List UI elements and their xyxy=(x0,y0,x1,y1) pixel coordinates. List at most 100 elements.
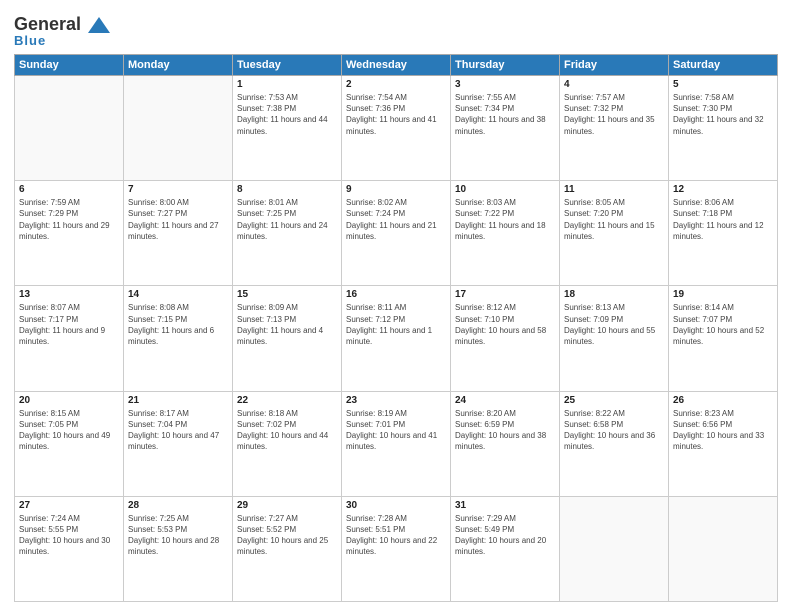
logo: General Blue xyxy=(14,14,112,48)
day-number: 15 xyxy=(237,289,337,300)
calendar-day-cell: 22 Sunrise: 8:18 AMSunset: 7:02 PMDayligh… xyxy=(233,391,342,496)
calendar-day-cell: 15 Sunrise: 8:09 AMSunset: 7:13 PMDayligh… xyxy=(233,286,342,391)
calendar-day-cell: 8 Sunrise: 8:01 AMSunset: 7:25 PMDaylight… xyxy=(233,181,342,286)
header-friday: Friday xyxy=(560,55,669,76)
day-number: 25 xyxy=(564,395,664,406)
day-info: Sunrise: 8:09 AMSunset: 7:13 PMDaylight:… xyxy=(237,302,337,347)
day-number: 8 xyxy=(237,184,337,195)
logo-text: General xyxy=(14,14,112,35)
day-number: 4 xyxy=(564,79,664,90)
calendar-day-cell: 1Sunrise: 7:53 AMSunset: 7:38 PMDaylight… xyxy=(233,76,342,181)
day-number: 21 xyxy=(128,395,228,406)
day-info: Sunrise: 7:27 AMSunset: 5:52 PMDaylight:… xyxy=(237,513,337,558)
day-info: Sunrise: 8:08 AMSunset: 7:15 PMDaylight:… xyxy=(128,302,228,347)
calendar-day-cell: 11Sunrise: 8:05 AMSunset: 7:20 PMDayligh… xyxy=(560,181,669,286)
calendar-day-cell: 10 Sunrise: 8:03 AMSunset: 7:22 PMDayligh… xyxy=(451,181,560,286)
day-info: Sunrise: 8:19 AMSunset: 7:01 PMDaylight:… xyxy=(346,408,446,453)
day-info: Sunrise: 8:00 AMSunset: 7:27 PMDaylight:… xyxy=(128,197,228,242)
header: General Blue xyxy=(14,10,778,48)
day-number: 11 xyxy=(564,184,664,195)
calendar-day-cell xyxy=(669,496,778,601)
day-info: Sunrise: 8:14 AMSunset: 7:07 PMDaylight:… xyxy=(673,302,773,347)
day-info: Sunrise: 7:55 AMSunset: 7:34 PMDaylight:… xyxy=(455,92,555,137)
calendar-day-cell: 7 Sunrise: 8:00 AMSunset: 7:27 PMDaylight… xyxy=(124,181,233,286)
day-info: Sunrise: 7:57 AMSunset: 7:32 PMDaylight:… xyxy=(564,92,664,137)
day-number: 2 xyxy=(346,79,446,90)
day-number: 5 xyxy=(673,79,773,90)
calendar-day-cell: 18 Sunrise: 8:13 AMSunset: 7:09 PMDayligh… xyxy=(560,286,669,391)
day-info: Sunrise: 7:29 AMSunset: 5:49 PMDaylight:… xyxy=(455,513,555,558)
calendar-day-cell: 12 Sunrise: 8:06 AMSunset: 7:18 PMDayligh… xyxy=(669,181,778,286)
calendar-table: Sunday Monday Tuesday Wednesday Thursday… xyxy=(14,54,778,602)
calendar-day-cell: 17 Sunrise: 8:12 AMSunset: 7:10 PMDayligh… xyxy=(451,286,560,391)
header-sunday: Sunday xyxy=(15,55,124,76)
calendar-day-cell: 14 Sunrise: 8:08 AMSunset: 7:15 PMDayligh… xyxy=(124,286,233,391)
day-number: 6 xyxy=(19,184,119,195)
day-info: Sunrise: 8:12 AMSunset: 7:10 PMDaylight:… xyxy=(455,302,555,347)
calendar-day-cell: 28 Sunrise: 7:25 AMSunset: 5:53 PMDayligh… xyxy=(124,496,233,601)
day-number: 26 xyxy=(673,395,773,406)
day-number: 27 xyxy=(19,500,119,511)
day-number: 29 xyxy=(237,500,337,511)
calendar-day-cell: 20 Sunrise: 8:15 AMSunset: 7:05 PMDayligh… xyxy=(15,391,124,496)
header-wednesday: Wednesday xyxy=(342,55,451,76)
calendar-day-cell: 3 Sunrise: 7:55 AMSunset: 7:34 PMDaylight… xyxy=(451,76,560,181)
day-number: 23 xyxy=(346,395,446,406)
calendar-day-cell: 4 Sunrise: 7:57 AMSunset: 7:32 PMDaylight… xyxy=(560,76,669,181)
calendar-day-cell: 13Sunrise: 8:07 AMSunset: 7:17 PMDayligh… xyxy=(15,286,124,391)
logo-blue: Blue xyxy=(14,33,46,48)
day-info: Sunrise: 8:15 AMSunset: 7:05 PMDaylight:… xyxy=(19,408,119,453)
calendar-day-cell xyxy=(15,76,124,181)
weekday-header-row: Sunday Monday Tuesday Wednesday Thursday… xyxy=(15,55,778,76)
day-number: 10 xyxy=(455,184,555,195)
calendar-page: General Blue Sunday Monday Tuesday Wedne… xyxy=(0,0,792,612)
day-number: 9 xyxy=(346,184,446,195)
day-info: Sunrise: 7:24 AMSunset: 5:55 PMDaylight:… xyxy=(19,513,119,558)
calendar-day-cell: 27 Sunrise: 7:24 AMSunset: 5:55 PMDayligh… xyxy=(15,496,124,601)
day-info: Sunrise: 8:13 AMSunset: 7:09 PMDaylight:… xyxy=(564,302,664,347)
calendar-week-row: 13Sunrise: 8:07 AMSunset: 7:17 PMDayligh… xyxy=(15,286,778,391)
day-number: 3 xyxy=(455,79,555,90)
calendar-day-cell xyxy=(560,496,669,601)
day-info: Sunrise: 7:58 AMSunset: 7:30 PMDaylight:… xyxy=(673,92,773,137)
calendar-day-cell: 24 Sunrise: 8:20 AMSunset: 6:59 PMDayligh… xyxy=(451,391,560,496)
calendar-week-row: 1Sunrise: 7:53 AMSunset: 7:38 PMDaylight… xyxy=(15,76,778,181)
day-info: Sunrise: 7:25 AMSunset: 5:53 PMDaylight:… xyxy=(128,513,228,558)
day-info: Sunrise: 8:17 AMSunset: 7:04 PMDaylight:… xyxy=(128,408,228,453)
calendar-day-cell: 5 Sunrise: 7:58 AMSunset: 7:30 PMDaylight… xyxy=(669,76,778,181)
day-number: 28 xyxy=(128,500,228,511)
day-number: 19 xyxy=(673,289,773,300)
calendar-day-cell: 23 Sunrise: 8:19 AMSunset: 7:01 PMDayligh… xyxy=(342,391,451,496)
calendar-day-cell: 19 Sunrise: 8:14 AMSunset: 7:07 PMDayligh… xyxy=(669,286,778,391)
day-number: 12 xyxy=(673,184,773,195)
day-info: Sunrise: 8:01 AMSunset: 7:25 PMDaylight:… xyxy=(237,197,337,242)
calendar-day-cell: 6 Sunrise: 7:59 AMSunset: 7:29 PMDaylight… xyxy=(15,181,124,286)
day-info: Sunrise: 7:28 AMSunset: 5:51 PMDaylight:… xyxy=(346,513,446,558)
day-number: 18 xyxy=(564,289,664,300)
day-info: Sunrise: 8:06 AMSunset: 7:18 PMDaylight:… xyxy=(673,197,773,242)
day-number: 20 xyxy=(19,395,119,406)
day-info: Sunrise: 7:59 AMSunset: 7:29 PMDaylight:… xyxy=(19,197,119,242)
day-number: 7 xyxy=(128,184,228,195)
day-number: 24 xyxy=(455,395,555,406)
day-info: Sunrise: 8:03 AMSunset: 7:22 PMDaylight:… xyxy=(455,197,555,242)
calendar-day-cell: 16Sunrise: 8:11 AMSunset: 7:12 PMDayligh… xyxy=(342,286,451,391)
calendar-week-row: 27 Sunrise: 7:24 AMSunset: 5:55 PMDayligh… xyxy=(15,496,778,601)
day-number: 22 xyxy=(237,395,337,406)
calendar-day-cell: 2 Sunrise: 7:54 AMSunset: 7:36 PMDaylight… xyxy=(342,76,451,181)
day-number: 14 xyxy=(128,289,228,300)
header-tuesday: Tuesday xyxy=(233,55,342,76)
calendar-week-row: 20 Sunrise: 8:15 AMSunset: 7:05 PMDayligh… xyxy=(15,391,778,496)
day-info: Sunrise: 7:54 AMSunset: 7:36 PMDaylight:… xyxy=(346,92,446,137)
day-number: 17 xyxy=(455,289,555,300)
day-info: Sunrise: 8:02 AMSunset: 7:24 PMDaylight:… xyxy=(346,197,446,242)
day-info: Sunrise: 8:22 AMSunset: 6:58 PMDaylight:… xyxy=(564,408,664,453)
day-info: Sunrise: 8:11 AMSunset: 7:12 PMDaylight:… xyxy=(346,302,446,347)
calendar-day-cell: 30 Sunrise: 7:28 AMSunset: 5:51 PMDayligh… xyxy=(342,496,451,601)
day-info: Sunrise: 8:07 AMSunset: 7:17 PMDaylight:… xyxy=(19,302,119,347)
day-number: 31 xyxy=(455,500,555,511)
day-number: 30 xyxy=(346,500,446,511)
day-info: Sunrise: 7:53 AMSunset: 7:38 PMDaylight:… xyxy=(237,92,337,137)
day-info: Sunrise: 8:18 AMSunset: 7:02 PMDaylight:… xyxy=(237,408,337,453)
day-info: Sunrise: 8:20 AMSunset: 6:59 PMDaylight:… xyxy=(455,408,555,453)
